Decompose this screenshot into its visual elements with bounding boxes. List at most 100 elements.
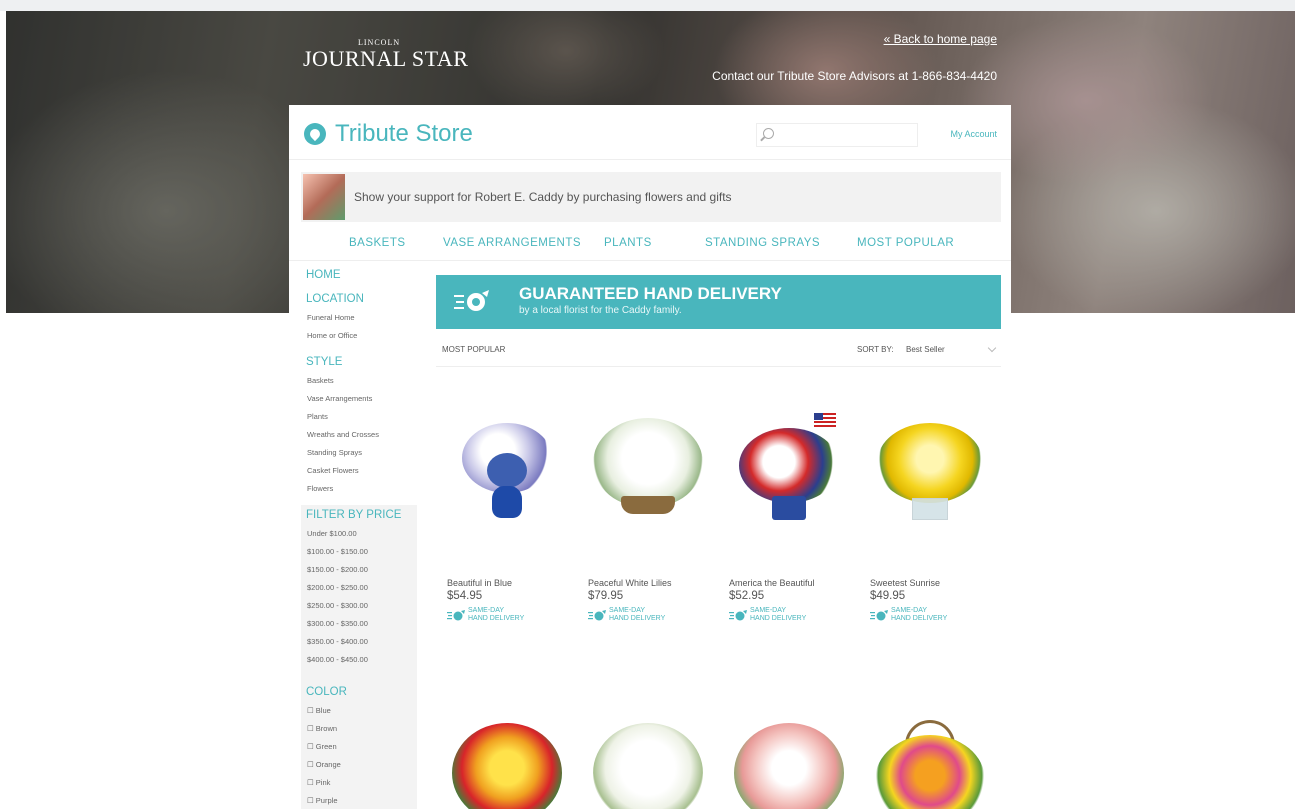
sidebar: HOME LOCATION Funeral Home Home or Offic… [289, 265, 419, 809]
product-area: GUARANTEED HAND DELIVERY by a local flor… [436, 275, 1001, 809]
store-header: Tribute Store My Account [289, 105, 1011, 160]
sidebar-color-heading: COLOR [306, 686, 347, 698]
product-name[interactable]: Sweetest Sunrise [870, 578, 940, 588]
color-checkbox-blue[interactable]: ☐ Blue [307, 706, 331, 715]
search-input[interactable] [756, 123, 918, 147]
badge-line-2: HAND DELIVERY [750, 615, 807, 622]
product-name[interactable]: America the Beautiful [729, 578, 815, 588]
search-icon [763, 128, 774, 139]
product-price: $52.95 [729, 590, 765, 602]
sidebar-item-plants[interactable]: Plants [307, 412, 328, 421]
logo-main-text: JOURNAL STAR [303, 46, 469, 71]
nav-vase-arrangements[interactable]: VASE ARRANGEMENTS [443, 237, 581, 249]
badge-text: SAME-DAY HAND DELIVERY [891, 607, 947, 623]
sidebar-item-wreaths[interactable]: Wreaths and Crosses [307, 430, 379, 439]
sidebar-item-vase-arrangements[interactable]: Vase Arrangements [307, 394, 372, 403]
sort-select[interactable]: Best Seller [906, 345, 945, 354]
nav-standing-sprays[interactable]: STANDING SPRAYS [705, 237, 820, 249]
product-card[interactable]: Peaceful White Lilies $79.95 SAME-DAY HAN… [583, 408, 713, 638]
sidebar-price-heading: FILTER BY PRICE [306, 509, 402, 521]
product-name[interactable]: Beautiful in Blue [447, 578, 512, 588]
badge-line-1: SAME-DAY [750, 607, 787, 614]
my-account-link[interactable]: My Account [950, 129, 997, 139]
nav-plants[interactable]: PLANTS [604, 237, 652, 249]
product-price: $79.95 [588, 590, 624, 602]
sidebar-item-funeral-home[interactable]: Funeral Home [307, 313, 355, 322]
product-card[interactable] [724, 715, 854, 809]
badge-line-1: SAME-DAY [468, 607, 505, 614]
delivery-subtitle: by a local florist for the Caddy family. [519, 305, 682, 316]
sidebar-style-heading: STYLE [306, 356, 343, 368]
product-price: $54.95 [447, 590, 483, 602]
price-150-200[interactable]: $150.00 - $200.00 [307, 565, 368, 574]
color-checkbox-brown[interactable]: ☐ Brown [307, 724, 337, 733]
back-to-home-link[interactable]: « Back to home page [884, 32, 997, 46]
product-card[interactable] [442, 715, 572, 809]
hand-delivery-banner: GUARANTEED HAND DELIVERY by a local flor… [436, 275, 1001, 329]
color-checkbox-purple[interactable]: ☐ Purple [307, 796, 338, 805]
chevron-down-icon[interactable] [987, 343, 997, 353]
nav-most-popular[interactable]: MOST POPULAR [857, 237, 954, 249]
same-day-badge: SAME-DAY HAND DELIVERY [447, 607, 567, 625]
sidebar-home[interactable]: HOME [306, 269, 341, 281]
badge-line-1: SAME-DAY [609, 607, 646, 614]
store-title[interactable]: Tribute Store [335, 120, 473, 148]
sidebar-item-baskets[interactable]: Baskets [307, 376, 334, 385]
nav-baskets[interactable]: BASKETS [349, 237, 406, 249]
same-day-badge: SAME-DAY HAND DELIVERY [729, 607, 849, 625]
window-top-border [0, 0, 1295, 11]
product-card[interactable]: Beautiful in Blue $54.95 SAME-DAY HAND DE… [442, 408, 572, 638]
product-image[interactable] [583, 715, 713, 809]
badge-line-2: HAND DELIVERY [468, 615, 525, 622]
product-card[interactable]: Sweetest Sunrise $49.95 SAME-DAY HAND DEL… [865, 408, 995, 638]
product-card[interactable] [865, 715, 995, 809]
product-name[interactable]: Peaceful White Lilies [588, 578, 672, 588]
delivery-icon [870, 610, 888, 621]
price-400-450[interactable]: $400.00 - $450.00 [307, 655, 368, 664]
badge-line-2: HAND DELIVERY [609, 615, 666, 622]
product-image[interactable] [724, 715, 854, 809]
sort-bar: MOST POPULAR SORT BY: Best Seller [436, 337, 1001, 367]
badge-text: SAME-DAY HAND DELIVERY [609, 607, 665, 623]
product-image[interactable] [865, 715, 995, 809]
product-price: $49.95 [870, 590, 906, 602]
delivery-icon [729, 610, 747, 621]
product-image[interactable] [865, 408, 995, 538]
delivery-icon [447, 610, 465, 621]
badge-text: SAME-DAY HAND DELIVERY [468, 607, 524, 623]
store-container: Tribute Store My Account Show your suppo… [289, 105, 1011, 809]
same-day-badge: SAME-DAY HAND DELIVERY [588, 607, 708, 625]
product-image[interactable] [724, 408, 854, 538]
product-card[interactable]: America the Beautiful $52.95 SAME-DAY HAN… [724, 408, 854, 638]
price-300-350[interactable]: $300.00 - $350.00 [307, 619, 368, 628]
sidebar-location-heading: LOCATION [306, 293, 364, 305]
product-image[interactable] [442, 715, 572, 809]
sidebar-item-casket-flowers[interactable]: Casket Flowers [307, 466, 359, 475]
price-350-400[interactable]: $350.00 - $400.00 [307, 637, 368, 646]
sidebar-item-home-office[interactable]: Home or Office [307, 331, 357, 340]
price-200-250[interactable]: $200.00 - $250.00 [307, 583, 368, 592]
category-nav: BASKETS VASE ARRANGEMENTS PLANTS STANDIN… [289, 231, 1011, 261]
color-checkbox-orange[interactable]: ☐ Orange [307, 760, 341, 769]
delivery-runner-icon [454, 290, 489, 311]
product-image[interactable] [442, 408, 572, 538]
contact-text: Contact our Tribute Store Advisors at 1-… [712, 69, 997, 83]
badge-text: SAME-DAY HAND DELIVERY [750, 607, 806, 623]
badge-line-2: HAND DELIVERY [891, 615, 948, 622]
delivery-title: GUARANTEED HAND DELIVERY [519, 284, 782, 303]
category-label: MOST POPULAR [442, 345, 506, 354]
price-under-100[interactable]: Under $100.00 [307, 529, 357, 538]
support-text: Show your support for Robert E. Caddy by… [354, 190, 732, 204]
sort-by-label: SORT BY: [857, 345, 894, 354]
price-250-300[interactable]: $250.00 - $300.00 [307, 601, 368, 610]
product-card[interactable] [583, 715, 713, 809]
same-day-badge: SAME-DAY HAND DELIVERY [870, 607, 990, 625]
sidebar-item-standing-sprays[interactable]: Standing Sprays [307, 448, 362, 457]
color-checkbox-green[interactable]: ☐ Green [307, 742, 337, 751]
product-image[interactable] [583, 408, 713, 538]
sidebar-item-flowers[interactable]: Flowers [307, 484, 333, 493]
flower-icon [304, 123, 326, 145]
badge-line-1: SAME-DAY [891, 607, 928, 614]
price-100-150[interactable]: $100.00 - $150.00 [307, 547, 368, 556]
color-checkbox-pink[interactable]: ☐ Pink [307, 778, 330, 787]
